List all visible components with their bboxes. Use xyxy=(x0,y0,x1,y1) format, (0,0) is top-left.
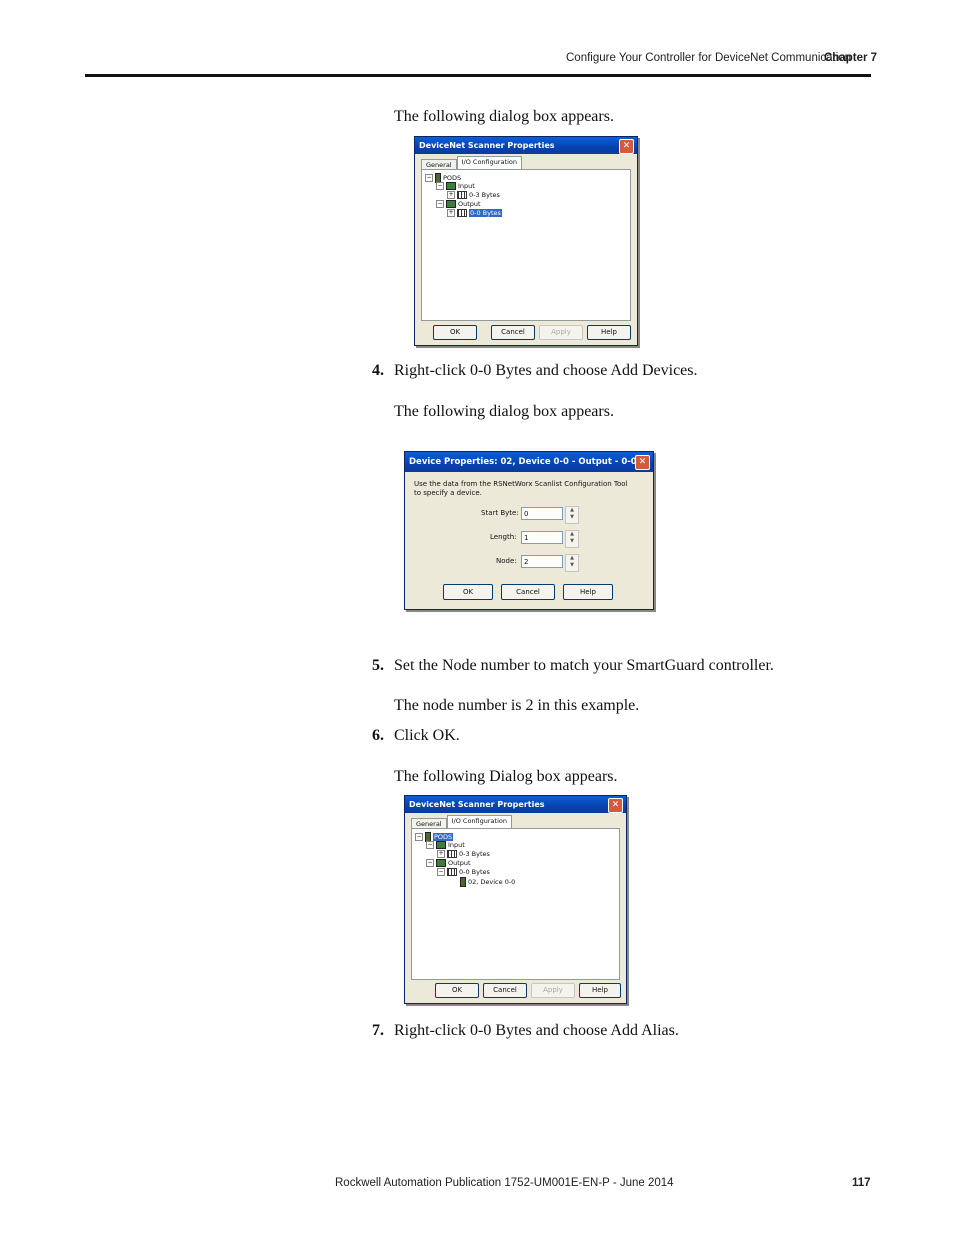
instruction-text: Use the data from the RSNetWorx Scanlist… xyxy=(414,480,628,497)
tree-node-output[interactable]: − Output xyxy=(436,200,481,209)
ok-button[interactable]: OK xyxy=(433,325,477,340)
expand-icon[interactable]: + xyxy=(447,191,455,199)
collapse-icon[interactable]: − xyxy=(436,182,444,190)
tree-node-input[interactable]: − Input xyxy=(436,182,475,191)
tree-node-input[interactable]: − Input xyxy=(426,841,465,850)
dialog-title: DeviceNet Scanner Properties xyxy=(419,141,555,150)
bytes-grid-icon xyxy=(457,209,467,217)
running-header-chapter: Chapter 7 xyxy=(824,52,878,64)
bytes-grid-icon xyxy=(447,868,457,876)
collapse-icon[interactable]: − xyxy=(437,868,445,876)
step-text: Right-click 0-0 Bytes and choose Add Ali… xyxy=(394,1022,679,1039)
devicenet-scanner-dialog-1: DeviceNet Scanner Properties ✕ General I… xyxy=(414,136,638,346)
footer-publication: Rockwell Automation Publication 1752-UM0… xyxy=(335,1177,674,1189)
page-number: 117 xyxy=(852,1177,871,1189)
header-rule xyxy=(85,74,871,77)
close-icon[interactable]: ✕ xyxy=(635,455,650,470)
dialog-titlebar: DeviceNet Scanner Properties ✕ xyxy=(415,137,637,154)
collapse-icon[interactable]: − xyxy=(426,841,434,849)
input-arrow-icon xyxy=(446,182,456,190)
tree-node-output[interactable]: − Output xyxy=(426,859,471,868)
step-5: 5. Set the Node number to match your Smar… xyxy=(372,657,774,675)
tree-node-root[interactable]: − PODS xyxy=(425,173,461,183)
cancel-button[interactable]: Cancel xyxy=(483,983,527,998)
step-4: 4. Right-click 0-0 Bytes and choose Add D… xyxy=(372,362,698,380)
expand-icon[interactable]: + xyxy=(447,209,455,217)
step-text: Right-click 0-0 Bytes and choose Add Dev… xyxy=(394,362,698,379)
close-icon[interactable]: ✕ xyxy=(608,798,623,813)
tree-node-input-bytes[interactable]: +0-3 Bytes xyxy=(437,850,490,859)
cancel-button[interactable]: Cancel xyxy=(491,325,535,340)
bytes-grid-icon xyxy=(457,191,467,199)
step-number: 4. xyxy=(372,362,384,379)
tab-strip: General I/O Configuration xyxy=(411,815,512,829)
tree-node-output-bytes[interactable]: +0-0 Bytes xyxy=(447,209,502,218)
help-button[interactable]: Help xyxy=(563,584,613,600)
help-button[interactable]: Help xyxy=(587,325,631,340)
step-number: 7. xyxy=(372,1022,384,1039)
collapse-icon[interactable]: − xyxy=(426,859,434,867)
length-label: Length: xyxy=(490,533,517,541)
step-text: Set the Node number to match your SmartG… xyxy=(394,657,774,674)
collapse-icon[interactable]: − xyxy=(436,200,444,208)
node-field[interactable]: 2 xyxy=(521,555,563,568)
paragraph-dialog-appears-1: The following dialog box appears. xyxy=(394,108,614,125)
paragraph-dialog-appears-3: The following Dialog box appears. xyxy=(394,768,618,785)
help-button[interactable]: Help xyxy=(579,983,621,998)
ok-button[interactable]: OK xyxy=(443,584,493,600)
tree-node-root[interactable]: − PODS xyxy=(415,832,454,842)
node-label: Node: xyxy=(496,557,517,565)
collapse-icon[interactable]: − xyxy=(415,833,423,841)
tree-panel: − PODS − Input +0-3 Bytes − Output +0-0 Byt… xyxy=(421,169,631,321)
device-icon xyxy=(460,877,466,887)
output-arrow-icon xyxy=(436,859,446,867)
dialog-titlebar: DeviceNet Scanner Properties ✕ xyxy=(405,796,626,813)
step-text: Click OK. xyxy=(394,727,460,744)
ok-button[interactable]: OK xyxy=(435,983,479,998)
tree-node-input-bytes[interactable]: +0-3 Bytes xyxy=(447,191,500,200)
start-byte-spinner[interactable]: ▲ ▼ xyxy=(565,506,579,524)
tab-io-configuration[interactable]: I/O Configuration xyxy=(446,815,512,829)
tab-strip: General I/O Configuration xyxy=(421,156,522,170)
length-spinner[interactable]: ▲ ▼ xyxy=(565,530,579,548)
tree-node-device[interactable]: 02, Device 0-0 xyxy=(460,877,515,887)
start-byte-field[interactable]: 0 xyxy=(521,507,563,520)
start-byte-label: Start Byte: xyxy=(481,509,519,517)
cancel-button[interactable]: Cancel xyxy=(501,584,555,600)
bytes-grid-icon xyxy=(447,850,457,858)
dialog-title: DeviceNet Scanner Properties xyxy=(409,800,545,809)
dialog-titlebar: Device Properties: 02, Device 0-0 - Outp… xyxy=(405,452,653,472)
tree-node-output-bytes[interactable]: −0-0 Bytes xyxy=(437,868,490,877)
expand-icon[interactable]: + xyxy=(437,850,445,858)
step-number: 5. xyxy=(372,657,384,674)
running-header-section: Configure Your Controller for DeviceNet … xyxy=(566,52,852,64)
tree-panel: − PODS − Input +0-3 Bytes − Output −0-0 Byt… xyxy=(411,828,620,980)
apply-button[interactable]: Apply xyxy=(539,325,583,340)
paragraph-dialog-appears-2: The following dialog box appears. xyxy=(394,403,614,420)
dialog-title: Device Properties: 02, Device 0-0 - Outp… xyxy=(409,457,650,467)
collapse-icon[interactable]: − xyxy=(425,174,433,182)
paragraph-node-number: The node number is 2 in this example. xyxy=(394,697,640,714)
close-icon[interactable]: ✕ xyxy=(619,139,634,154)
apply-button[interactable]: Apply xyxy=(531,983,575,998)
devicenet-scanner-dialog-2: DeviceNet Scanner Properties ✕ General I… xyxy=(404,795,627,1004)
step-6: 6. Click OK. xyxy=(372,727,460,745)
step-number: 6. xyxy=(372,727,384,744)
length-field[interactable]: 1 xyxy=(521,531,563,544)
output-arrow-icon xyxy=(446,200,456,208)
device-properties-dialog: Device Properties: 02, Device 0-0 - Outp… xyxy=(404,451,654,610)
tab-io-configuration[interactable]: I/O Configuration xyxy=(456,156,522,170)
node-spinner[interactable]: ▲ ▼ xyxy=(565,554,579,572)
input-arrow-icon xyxy=(436,841,446,849)
step-7: 7. Right-click 0-0 Bytes and choose Add A… xyxy=(372,1022,679,1040)
